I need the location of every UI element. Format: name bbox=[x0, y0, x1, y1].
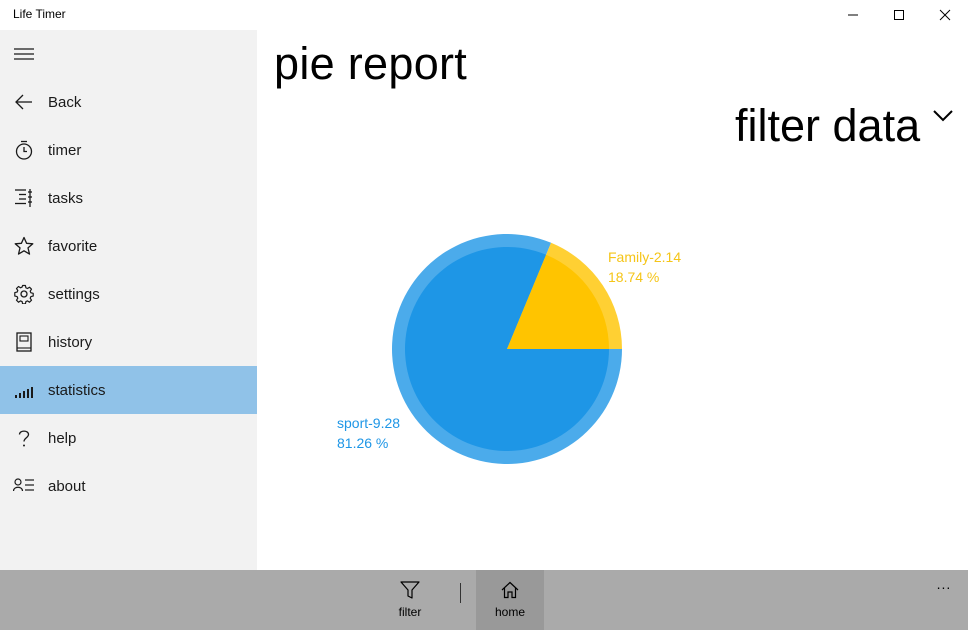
minimize-icon bbox=[848, 14, 858, 16]
appbar-separator bbox=[460, 583, 461, 603]
chevron-down-icon bbox=[933, 110, 953, 122]
hamburger-icon bbox=[14, 48, 34, 60]
maximize-icon bbox=[894, 10, 904, 20]
more-button[interactable]: ... bbox=[930, 574, 958, 594]
hamburger-button[interactable] bbox=[0, 30, 48, 78]
sidebar-item-tasks[interactable]: tasks bbox=[0, 174, 257, 222]
filter-icon bbox=[400, 581, 420, 599]
page-title: pie report bbox=[274, 38, 468, 89]
sidebar-item-statistics[interactable]: statistics bbox=[0, 366, 257, 414]
title-bar: Life Timer bbox=[0, 0, 968, 30]
signal-bars-icon bbox=[0, 366, 48, 414]
sport-percent-label: 81.26 % bbox=[337, 435, 389, 451]
sidebar-item-label: statistics bbox=[48, 381, 106, 399]
filter-button-label: filter bbox=[398, 605, 422, 619]
sidebar-item-help[interactable]: help bbox=[0, 414, 257, 462]
star-icon bbox=[0, 222, 48, 270]
filter-data-label: filter data bbox=[735, 100, 921, 151]
home-button-label: home bbox=[494, 605, 526, 619]
sidebar-item-label: tasks bbox=[48, 189, 84, 207]
pie-chart-svg bbox=[392, 234, 622, 464]
sidebar-item-timer[interactable]: timer bbox=[0, 126, 257, 174]
pie-chart bbox=[380, 220, 640, 480]
sidebar-item-label: timer bbox=[48, 141, 82, 159]
sport-value-label: sport-9.28 bbox=[337, 415, 401, 431]
sidebar-item-label: about bbox=[48, 477, 86, 495]
sidebar-item-label: favorite bbox=[48, 237, 98, 255]
family-percent-label: 18.74 % bbox=[608, 269, 660, 285]
stopwatch-icon bbox=[0, 126, 48, 174]
sidebar-item-label: help bbox=[48, 429, 77, 447]
pie-label-family: Family-2.14 18.74 % bbox=[608, 247, 681, 287]
arrow-left-icon bbox=[0, 78, 48, 126]
sidebar-item-favorite[interactable]: favorite bbox=[0, 222, 257, 270]
sidebar: Back timer tasks favorite settings histo… bbox=[0, 30, 257, 570]
gear-icon bbox=[0, 270, 48, 318]
question-icon bbox=[0, 414, 48, 462]
close-button[interactable] bbox=[922, 0, 968, 30]
sidebar-item-history[interactable]: history bbox=[0, 318, 257, 366]
family-value-label: Family-2.14 bbox=[608, 249, 682, 265]
sidebar-item-label: Back bbox=[48, 93, 82, 111]
close-icon bbox=[939, 9, 951, 21]
bottom-app-bar: filter home ... bbox=[0, 570, 968, 630]
maximize-button[interactable] bbox=[876, 0, 922, 30]
sidebar-item-settings[interactable]: settings bbox=[0, 270, 257, 318]
minimize-button[interactable] bbox=[830, 0, 876, 30]
sidebar-item-label: history bbox=[48, 333, 93, 351]
tasks-list-icon bbox=[0, 174, 48, 222]
pie-label-sport: sport-9.28 81.26 % bbox=[337, 413, 400, 453]
sidebar-item-back[interactable]: Back bbox=[0, 78, 257, 126]
home-button[interactable]: home bbox=[476, 570, 544, 630]
filter-button[interactable]: filter bbox=[376, 570, 444, 630]
home-icon bbox=[501, 581, 519, 599]
filter-data-dropdown[interactable]: filter data bbox=[735, 100, 954, 152]
app-title: Life Timer bbox=[13, 7, 66, 21]
sidebar-item-about[interactable]: about bbox=[0, 462, 257, 510]
book-icon bbox=[0, 318, 48, 366]
contact-list-icon bbox=[0, 462, 48, 510]
sidebar-item-label: settings bbox=[48, 285, 100, 303]
